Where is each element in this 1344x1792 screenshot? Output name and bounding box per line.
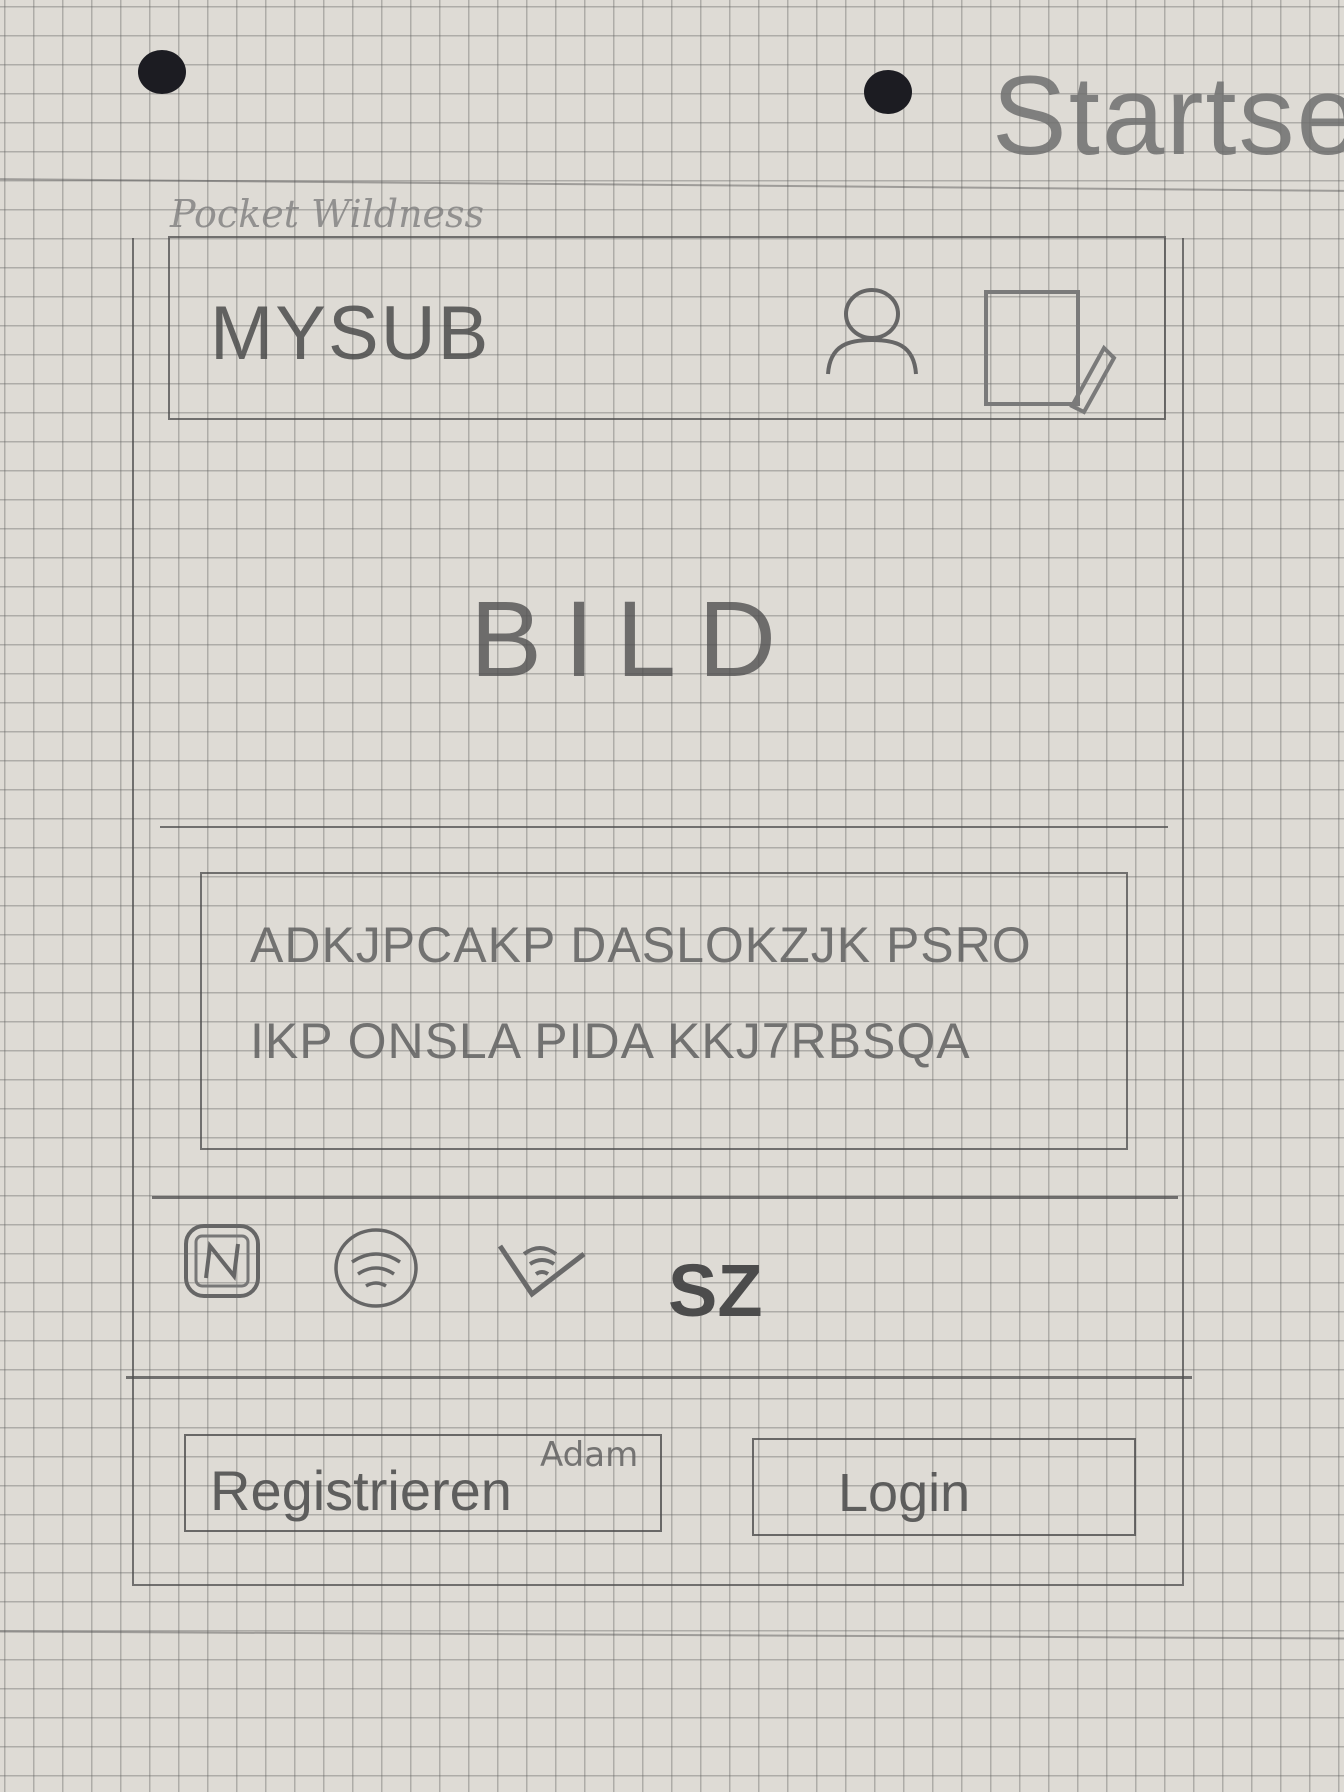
- author-annotation: Adam: [540, 1435, 639, 1475]
- app-name: Pocket Wildness: [170, 192, 485, 236]
- text-line-1: ADKJPCAKP DASLOKZJK PSRO: [250, 917, 1032, 973]
- contactless-icon[interactable]: [330, 1226, 422, 1310]
- provider-label: SZ: [668, 1249, 763, 1332]
- register-button-label: Registrieren: [210, 1459, 512, 1522]
- login-button-label: Login: [838, 1463, 971, 1523]
- payment-row-top-border: [152, 1196, 1178, 1199]
- text-line-2: IKP ONSLA PIDA KKJ7RBSQA: [250, 1013, 971, 1069]
- punch-hole-right: [864, 70, 912, 114]
- edit-note-icon[interactable]: [980, 286, 1120, 416]
- nfc-card-icon[interactable]: [180, 1220, 266, 1306]
- wireless-pay-icon[interactable]: [494, 1240, 590, 1300]
- punch-hole-left: [138, 50, 186, 94]
- paper-margin-line: [0, 178, 1344, 192]
- actions-top-border: [126, 1376, 1192, 1379]
- sheet-title: Startse: [992, 53, 1344, 178]
- login-button[interactable]: Login: [752, 1438, 1136, 1536]
- paper-bottom-line: [0, 1630, 1344, 1640]
- image-placeholder-label: BILD: [470, 578, 799, 699]
- header-title: MYSUB: [210, 291, 491, 376]
- text-block: [200, 872, 1128, 1150]
- user-icon[interactable]: [820, 282, 920, 382]
